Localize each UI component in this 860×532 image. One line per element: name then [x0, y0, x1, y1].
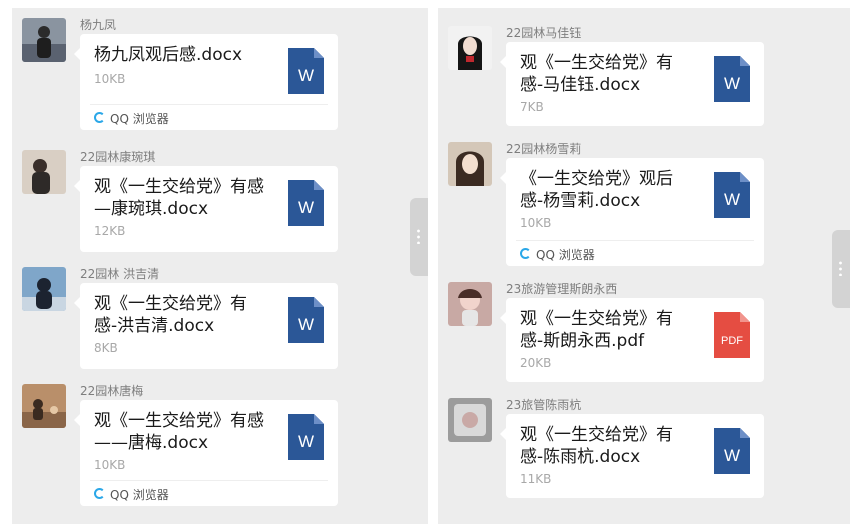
- sender-name: 22园林 洪吉清: [80, 267, 160, 281]
- chat-panel-left: 杨九凤 杨九凤观后感.docx 10KB W QQ 浏览器 22园林康琬琪 观《…: [12, 8, 428, 524]
- file-name: 观《一生交给党》有感—康琬琪.docx: [94, 177, 264, 219]
- avatar[interactable]: [22, 267, 66, 311]
- file-card[interactable]: 观《一生交给党》有感-马佳钰.docx 7KB W: [500, 42, 764, 126]
- pdf-file-icon: PDF: [714, 312, 750, 358]
- file-card[interactable]: 杨九凤观后感.docx 10KB W QQ 浏览器: [74, 34, 338, 130]
- word-file-icon: W: [714, 56, 750, 102]
- word-file-icon: W: [288, 414, 324, 460]
- file-size: 10KB: [520, 216, 552, 230]
- file-size: 12KB: [94, 224, 126, 238]
- sender-name: 23旅管陈雨杭: [506, 398, 582, 412]
- file-size: 10KB: [94, 72, 126, 86]
- file-size: 11KB: [520, 472, 552, 486]
- source-app-label: QQ 浏览器: [536, 248, 595, 262]
- side-panel-handle[interactable]: [832, 230, 850, 308]
- sender-name: 杨九凤: [80, 18, 117, 32]
- avatar[interactable]: [448, 26, 492, 70]
- qq-browser-icon: [94, 488, 105, 499]
- file-card[interactable]: 观《一生交给党》有感-陈雨杭.docx 11KB W: [500, 414, 764, 498]
- file-size: 20KB: [520, 356, 552, 370]
- source-app-footer: QQ 浏览器: [90, 104, 328, 130]
- sender-name: 22园林康琬琪: [80, 150, 156, 164]
- sender-name: 23旅游管理斯朗永西: [506, 282, 618, 296]
- svg-text:W: W: [298, 315, 314, 334]
- file-size: 7KB: [520, 100, 544, 114]
- qq-browser-icon: [94, 112, 105, 123]
- file-card[interactable]: 观《一生交给党》有感——唐梅.docx 10KB W QQ 浏览器: [74, 400, 338, 506]
- word-file-icon: W: [714, 428, 750, 474]
- more-dots-icon: [839, 260, 842, 276]
- file-name: 观《一生交给党》有感-马佳钰.docx: [520, 53, 673, 95]
- svg-text:W: W: [724, 446, 740, 465]
- svg-text:W: W: [724, 74, 740, 93]
- sender-name: 22园林马佳钰: [506, 26, 582, 40]
- svg-text:W: W: [298, 198, 314, 217]
- avatar[interactable]: [448, 282, 492, 326]
- word-file-icon: W: [288, 180, 324, 226]
- source-app-footer: QQ 浏览器: [516, 240, 754, 266]
- file-name: 观《一生交给党》有感-陈雨杭.docx: [520, 425, 673, 467]
- svg-text:W: W: [298, 432, 314, 451]
- word-file-icon: W: [714, 172, 750, 218]
- sender-name: 22园林杨雪莉: [506, 142, 582, 156]
- source-app-label: QQ 浏览器: [110, 488, 169, 502]
- avatar[interactable]: [448, 142, 492, 186]
- file-name: 观《一生交给党》有感——唐梅.docx: [94, 411, 264, 453]
- word-file-icon: W: [288, 48, 324, 94]
- avatar[interactable]: [448, 398, 492, 442]
- svg-text:W: W: [724, 190, 740, 209]
- file-size: 8KB: [94, 341, 118, 355]
- file-card[interactable]: 观《一生交给党》有感-洪吉清.docx 8KB W: [74, 283, 338, 369]
- file-card[interactable]: 观《一生交给党》有感-斯朗永西.pdf 20KB PDF: [500, 298, 764, 382]
- source-app-label: QQ 浏览器: [110, 112, 169, 126]
- file-name: 观《一生交给党》有感-洪吉清.docx: [94, 294, 247, 336]
- word-file-icon: W: [288, 297, 324, 343]
- qq-browser-icon: [520, 248, 531, 259]
- file-name: 观《一生交给党》有感-斯朗永西.pdf: [520, 309, 673, 351]
- side-panel-handle[interactable]: [410, 198, 428, 276]
- file-card[interactable]: 观《一生交给党》有感—康琬琪.docx 12KB W: [74, 166, 338, 252]
- file-name: 杨九凤观后感.docx: [94, 45, 243, 65]
- svg-text:W: W: [298, 66, 314, 85]
- file-size: 10KB: [94, 458, 126, 472]
- source-app-footer: QQ 浏览器: [90, 480, 328, 506]
- file-card[interactable]: 《一生交给党》观后感-杨雪莉.docx 10KB W QQ 浏览器: [500, 158, 764, 266]
- svg-text:PDF: PDF: [721, 335, 743, 347]
- sender-name: 22园林唐梅: [80, 384, 144, 398]
- chat-panel-right: 22园林马佳钰 观《一生交给党》有感-马佳钰.docx 7KB W 22园林杨雪…: [438, 8, 850, 524]
- avatar[interactable]: [22, 384, 66, 428]
- avatar[interactable]: [22, 150, 66, 194]
- more-dots-icon: [417, 228, 420, 244]
- file-name: 《一生交给党》观后感-杨雪莉.docx: [520, 169, 673, 211]
- avatar[interactable]: [22, 18, 66, 62]
